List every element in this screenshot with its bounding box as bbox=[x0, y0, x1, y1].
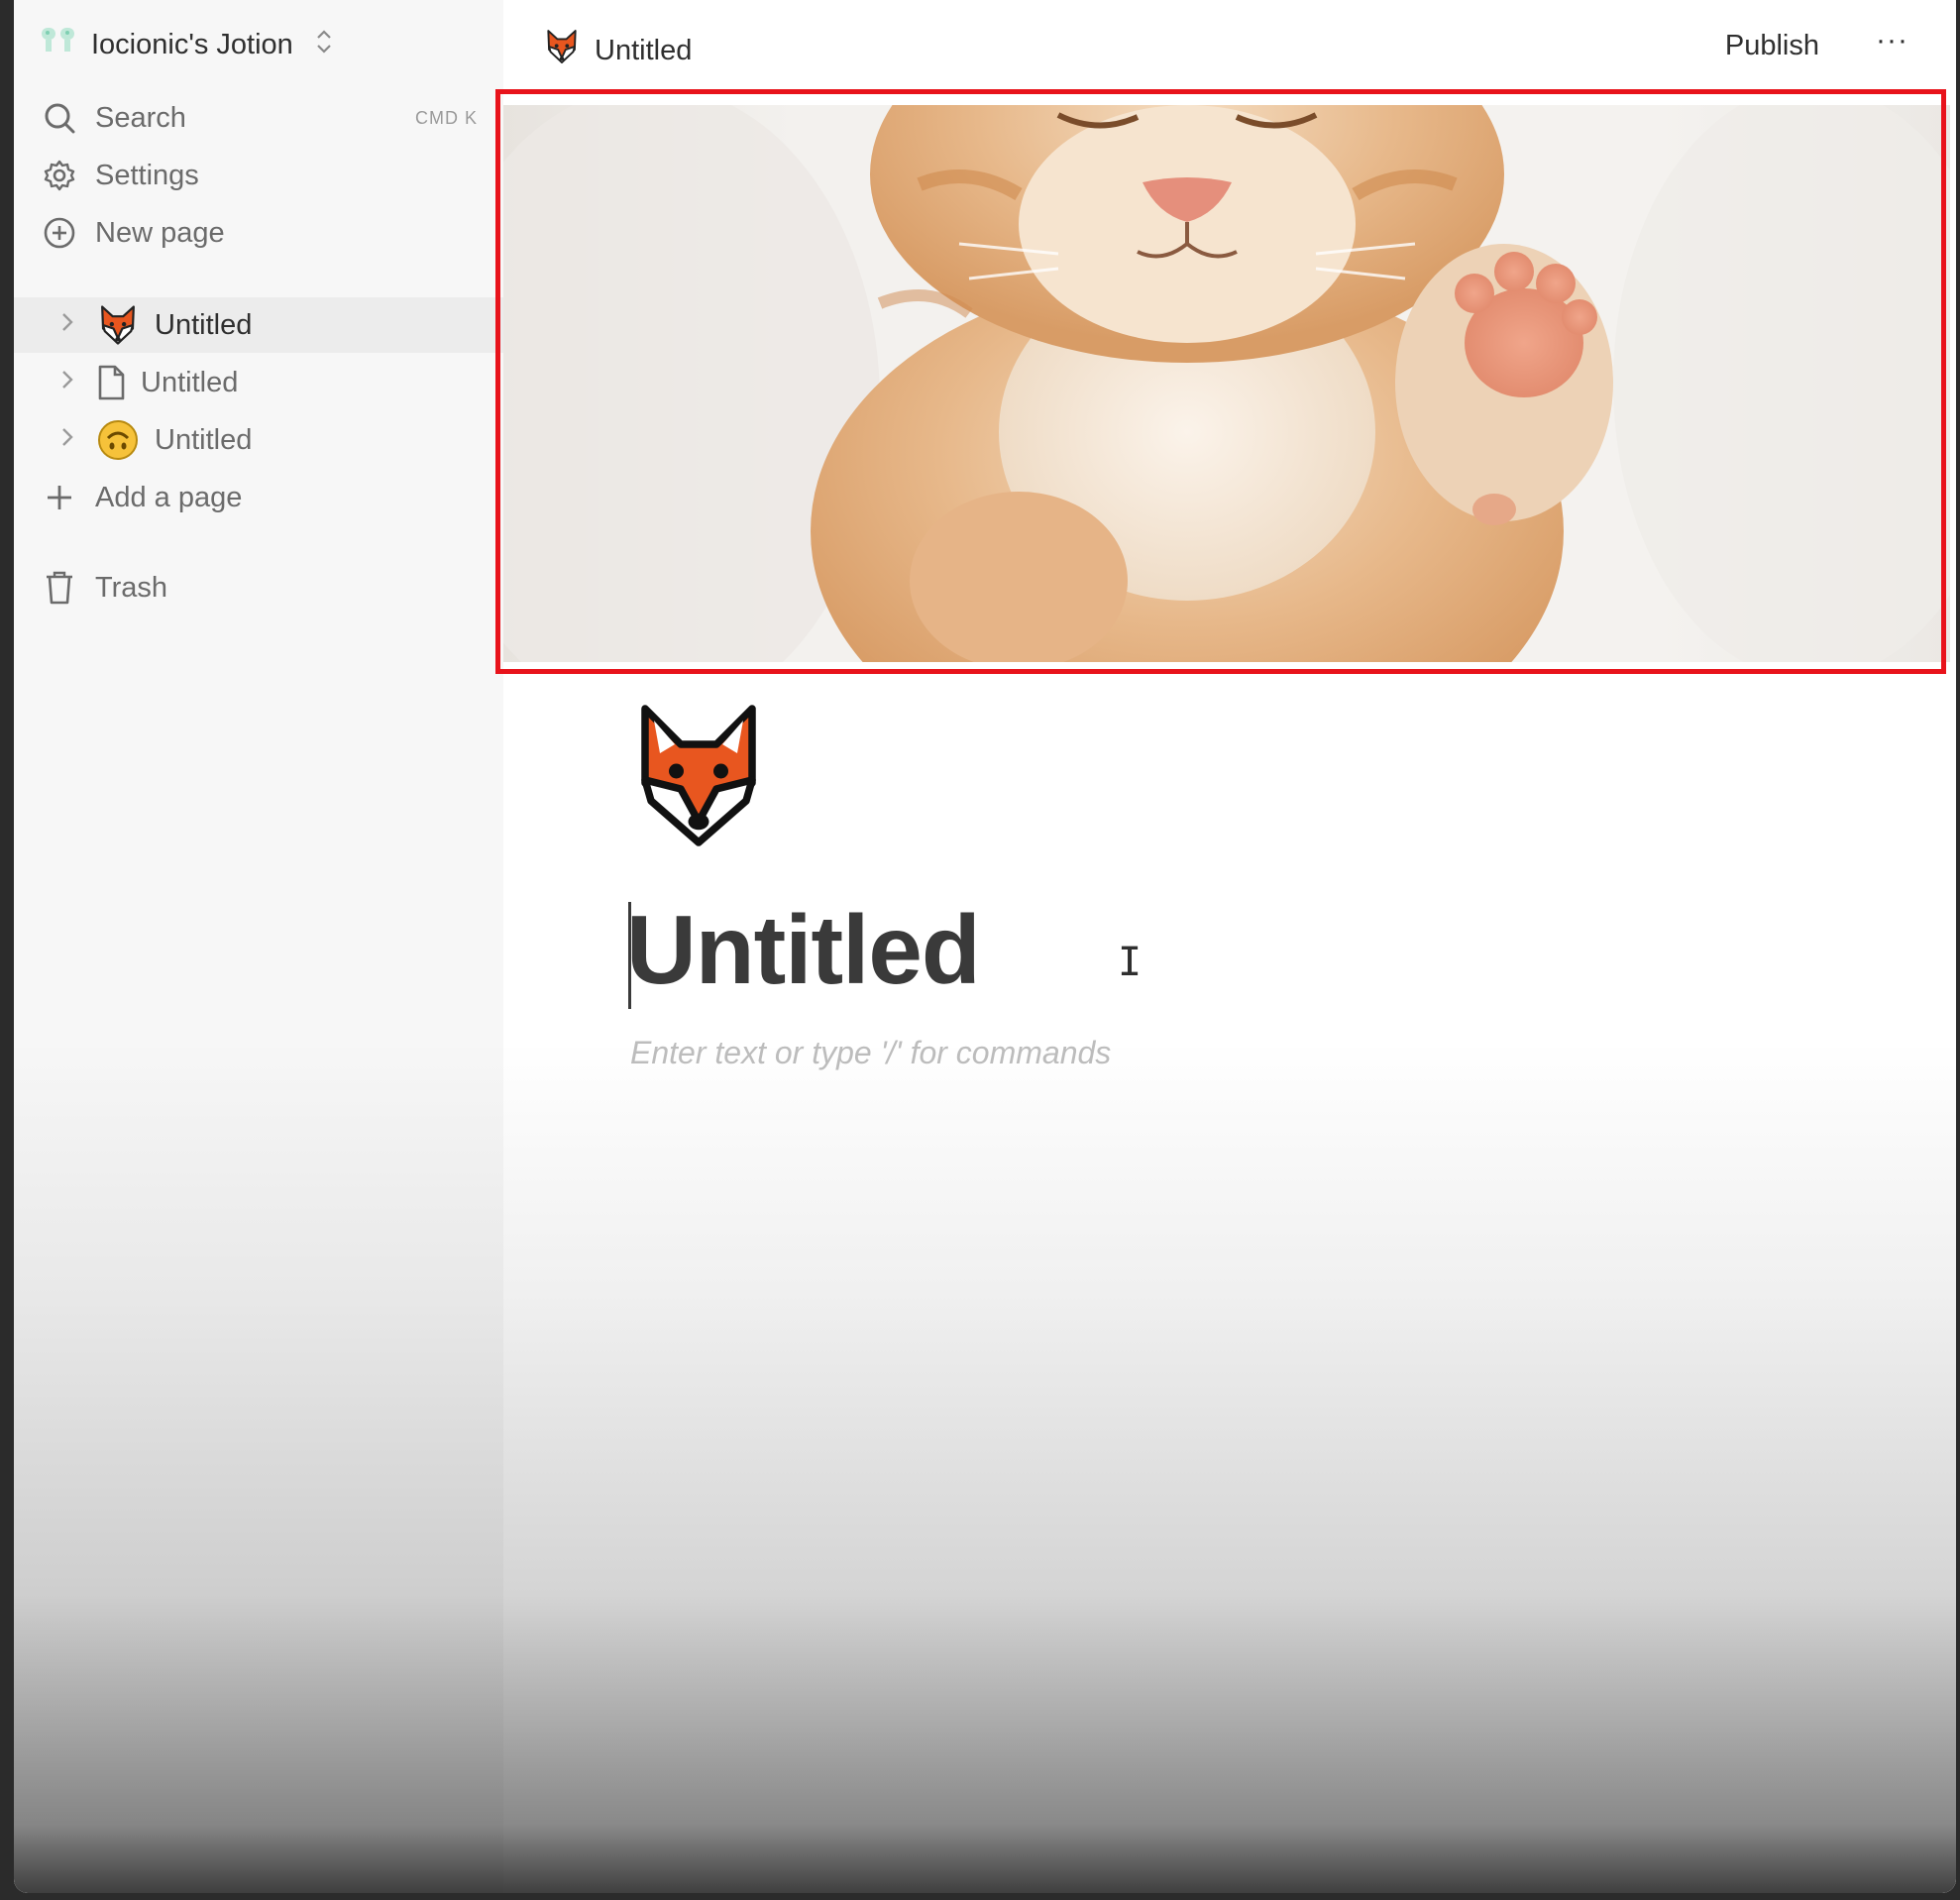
publish-button[interactable]: Publish bbox=[1725, 30, 1819, 62]
search-label: Search bbox=[95, 101, 186, 134]
chevron-right-icon[interactable] bbox=[55, 311, 79, 339]
app-window: Iocionic's Jotion Search CMD K Settings bbox=[14, 0, 1956, 1893]
new-page-button[interactable]: New page bbox=[40, 208, 486, 258]
settings-button[interactable]: Settings bbox=[40, 151, 486, 200]
breadcrumb-title: Untitled bbox=[595, 34, 693, 66]
page-label: Untitled bbox=[155, 423, 253, 456]
editor-area: Untitled Publish ··· Untitled I Enter te… bbox=[495, 0, 1956, 1893]
add-page-label: Add a page bbox=[95, 481, 243, 513]
settings-label: Settings bbox=[95, 159, 199, 191]
top-navbar: Untitled Publish ··· bbox=[503, 0, 1956, 87]
more-options-icon[interactable]: ··· bbox=[1876, 24, 1908, 57]
fox-icon bbox=[543, 28, 581, 73]
sidebar: Iocionic's Jotion Search CMD K Settings bbox=[14, 0, 503, 1893]
new-page-label: New page bbox=[95, 216, 225, 249]
workspace-switcher[interactable]: Iocionic's Jotion bbox=[40, 22, 333, 67]
search-icon bbox=[40, 98, 79, 138]
trash-button[interactable]: Trash bbox=[40, 563, 486, 613]
sidebar-page-item[interactable]: Untitled bbox=[14, 297, 503, 353]
fox-icon[interactable] bbox=[624, 700, 773, 848]
breadcrumb[interactable]: Untitled bbox=[543, 28, 692, 73]
page-label: Untitled bbox=[155, 308, 253, 341]
chevron-right-icon[interactable] bbox=[55, 426, 79, 454]
sidebar-page-item[interactable]: Untitled bbox=[14, 355, 503, 410]
document-icon bbox=[95, 360, 127, 405]
trash-label: Trash bbox=[95, 571, 168, 604]
search-shortcut: CMD K bbox=[415, 107, 478, 128]
chevron-right-icon[interactable] bbox=[55, 369, 79, 396]
i-beam-cursor-icon: I bbox=[1118, 940, 1143, 985]
page-title[interactable]: Untitled bbox=[626, 894, 981, 1006]
sidebar-page-item[interactable]: Untitled bbox=[14, 412, 503, 468]
logo-icon bbox=[40, 24, 77, 65]
gear-icon bbox=[40, 156, 79, 195]
upside-down-face-icon bbox=[95, 417, 141, 463]
fox-icon bbox=[95, 302, 141, 348]
search-button[interactable]: Search CMD K bbox=[40, 93, 486, 143]
add-page-button[interactable]: Add a page bbox=[40, 473, 486, 522]
workspace-name: Iocionic's Jotion bbox=[91, 28, 293, 60]
chevron-up-down-icon bbox=[315, 27, 333, 62]
cover-image[interactable] bbox=[503, 105, 1950, 662]
plus-icon bbox=[40, 478, 79, 517]
page-label: Untitled bbox=[141, 366, 239, 398]
editor-placeholder[interactable]: Enter text or type '/' for commands bbox=[630, 1035, 1111, 1071]
trash-icon bbox=[40, 568, 79, 608]
plus-circle-icon bbox=[40, 213, 79, 253]
